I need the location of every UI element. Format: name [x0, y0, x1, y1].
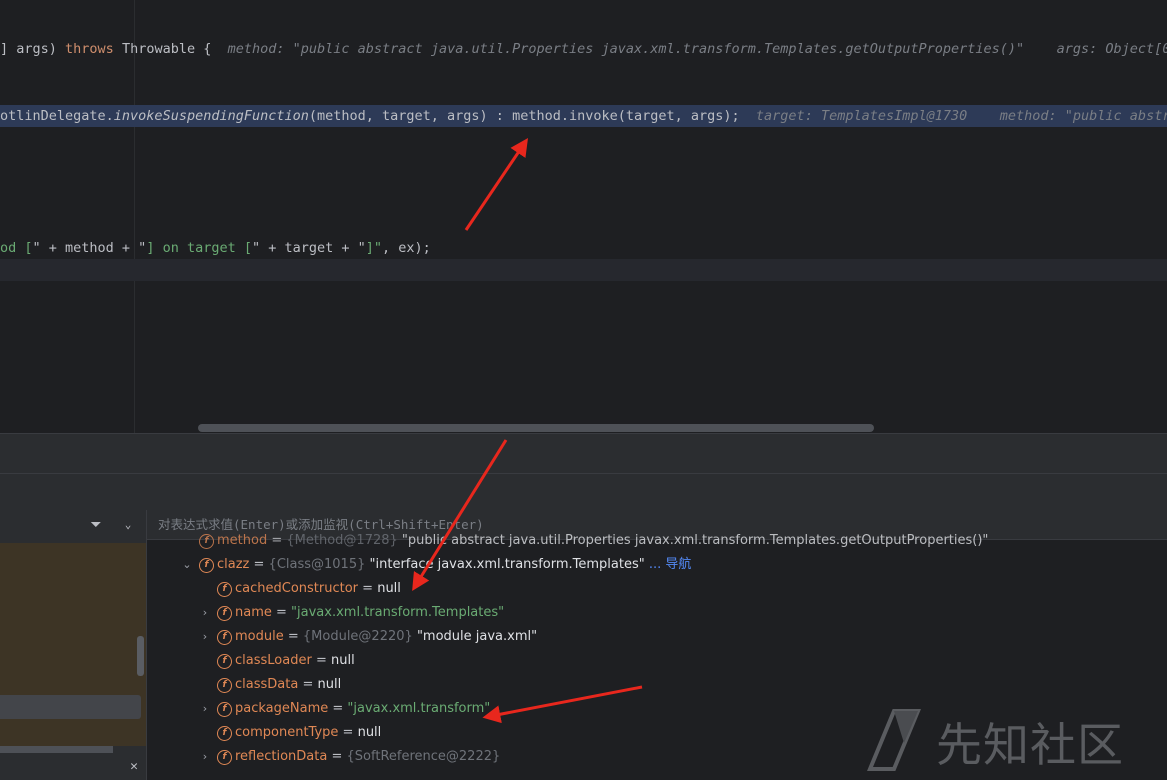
variable-row[interactable]: f method = {Method@1728} "public abstract…: [147, 529, 1167, 553]
field-icon: f: [217, 606, 232, 621]
inline-value-hint: args: Object[0]@1: [1056, 41, 1167, 57]
frames-footer: ✕: [0, 746, 146, 780]
field-icon: f: [199, 534, 214, 549]
watermark-mark-icon: [867, 709, 921, 771]
variable-reference: {Class@1015}: [268, 557, 366, 572]
variable-text: packageName = "javax.xml.transform": [235, 701, 491, 716]
variable-name: packageName: [235, 701, 329, 716]
watermark-logo: 先知社区: [864, 707, 1154, 773]
variable-text: classData = null: [235, 677, 342, 692]
navigate-link[interactable]: ... 导航: [649, 557, 692, 572]
variable-value: "javax.xml.transform": [347, 701, 491, 716]
variable-value: null: [357, 725, 382, 740]
variable-text: name = "javax.xml.transform.Templates": [235, 605, 505, 620]
frames-list[interactable]: [0, 543, 146, 746]
variable-row[interactable]: f classData = null: [147, 673, 1167, 697]
expand-arrow-icon[interactable]: ›: [199, 625, 211, 649]
variable-value: null: [377, 581, 401, 596]
inline-value-hint: target: TemplatesImpl@1730: [755, 108, 968, 124]
variable-value: null: [330, 653, 355, 668]
variable-value: "javax.xml.transform.Templates": [291, 605, 505, 620]
variable-value: null: [317, 677, 342, 692]
inline-value-hint: method: "public abstract java.util.Prope…: [227, 41, 1025, 57]
selected-frame[interactable]: [0, 695, 141, 719]
collapse-arrow-icon[interactable]: ⌄: [181, 553, 193, 577]
frames-header: ⏷ ⌄: [0, 510, 146, 542]
variable-reference: {Method@1728}: [286, 533, 398, 548]
frames-panel: ⏷ ⌄ ✕: [0, 510, 147, 780]
expand-arrow-icon[interactable]: ›: [199, 601, 211, 625]
code-line-exception-message[interactable]: od [" + method + "] on target [" + targe…: [0, 237, 431, 259]
frames-horizontal-scrollbar[interactable]: [0, 746, 113, 753]
field-icon: f: [217, 630, 232, 645]
chevron-down-icon[interactable]: ⌄: [121, 518, 135, 532]
field-icon: f: [217, 654, 232, 669]
variable-value: "public abstract java.util.Properties ja…: [401, 533, 989, 548]
variable-row[interactable]: f classLoader = null: [147, 649, 1167, 673]
code-editor[interactable]: ] args) throws Throwable { method: "publ…: [0, 0, 1167, 433]
frames-scrollbar[interactable]: [137, 636, 144, 676]
variable-text: reflectionData = {SoftReference@2222}: [235, 749, 501, 764]
variable-name: clazz: [217, 557, 250, 572]
variable-text: module = {Module@2220} "module java.xml": [235, 629, 538, 644]
variable-reference: {SoftReference@2222}: [346, 749, 501, 764]
variable-name: name: [235, 605, 272, 620]
variable-reference: {Module@2220}: [302, 629, 413, 644]
variable-name: cachedConstructor: [235, 581, 359, 596]
variable-text: method = {Method@1728} "public abstract …: [217, 533, 989, 548]
indent-guide: [134, 0, 135, 433]
variable-name: reflectionData: [235, 749, 328, 764]
variable-row[interactable]: › f name = "javax.xml.transform.Templates": [147, 601, 1167, 625]
variable-name: classData: [235, 677, 299, 692]
field-icon: f: [217, 702, 232, 717]
variable-value: "interface javax.xml.transform.Templates…: [369, 557, 645, 572]
variable-row[interactable]: f cachedConstructor = null: [147, 577, 1167, 601]
watermark-text: 先知社区: [936, 718, 1124, 772]
code-line-current-execution[interactable]: otlinDelegate.invokeSuspendingFunction(m…: [0, 105, 1167, 127]
expand-arrow-icon[interactable]: ›: [199, 745, 211, 769]
close-icon[interactable]: ✕: [127, 760, 141, 774]
filter-icon[interactable]: ⏷: [88, 517, 104, 533]
variable-text: cachedConstructor = null: [235, 581, 401, 596]
variable-row[interactable]: › f module = {Module@2220} "module java.xm…: [147, 625, 1167, 649]
expand-arrow-icon[interactable]: ›: [199, 697, 211, 721]
field-icon: f: [199, 558, 214, 573]
code-line-signature[interactable]: ] args) throws Throwable { method: "publ…: [0, 38, 1167, 60]
variable-text: clazz = {Class@1015} "interface javax.xm…: [217, 557, 692, 572]
field-icon: f: [217, 726, 232, 741]
variable-name: classLoader: [235, 653, 312, 668]
variable-name: method: [217, 533, 268, 548]
debug-tab-bar: [0, 473, 1167, 511]
field-icon: f: [217, 750, 232, 765]
variable-row[interactable]: ⌄ f clazz = {Class@1015} "interface javax.…: [147, 553, 1167, 577]
field-icon: f: [217, 582, 232, 597]
variable-name: module: [235, 629, 284, 644]
horizontal-scrollbar[interactable]: [198, 424, 874, 432]
debug-toolbar: [0, 433, 1167, 474]
variable-name: componentType: [235, 725, 339, 740]
variable-text: componentType = null: [235, 725, 382, 740]
variable-text: classLoader = null: [235, 653, 355, 668]
field-icon: f: [217, 678, 232, 693]
inline-value-hint: method: "public abstrac: [999, 108, 1167, 124]
caret-line-highlight: [0, 259, 1167, 281]
variable-value: "module java.xml": [416, 629, 538, 644]
